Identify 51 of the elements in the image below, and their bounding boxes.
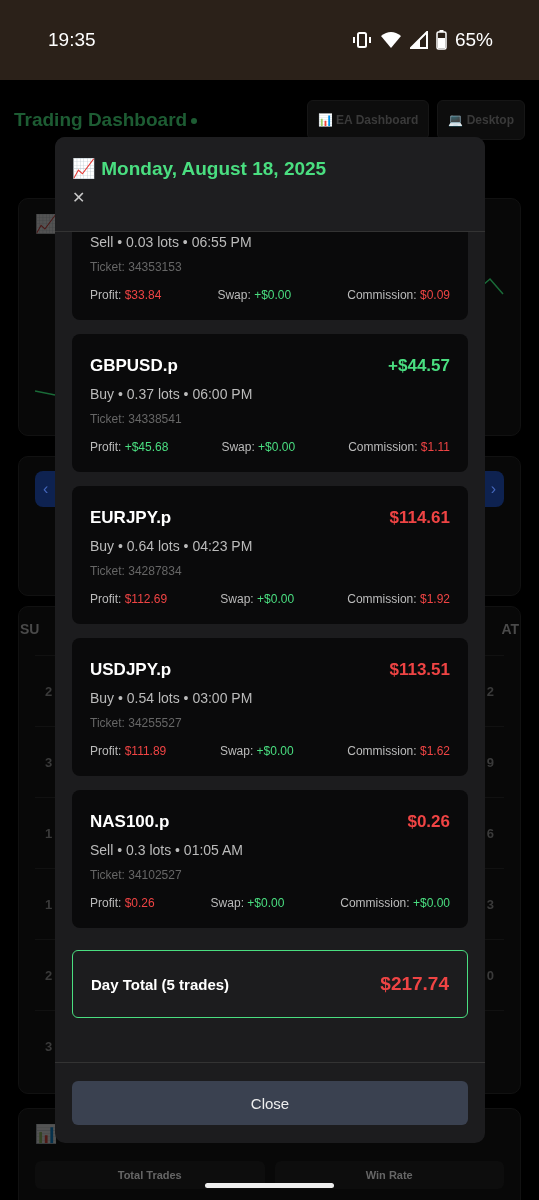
trade-detail: Commission: $1.62: [347, 744, 450, 758]
clock-time: 19:35: [48, 29, 96, 51]
trade-amount: +$44.57: [388, 356, 450, 376]
trade-detail: Swap: +$0.00: [210, 896, 285, 910]
trade-detail: Commission: +$0.00: [340, 896, 450, 910]
trade-detail: Swap: +$0.00: [217, 288, 292, 302]
trade-detail: Commission: $0.09: [347, 288, 450, 302]
close-button[interactable]: Close: [72, 1081, 468, 1125]
trade-detail: Profit: $33.84: [90, 288, 162, 302]
dashboard-title: Trading Dashboard: [14, 109, 198, 131]
trade-summary: Sell • 0.03 lots • 06:55 PM: [90, 234, 253, 250]
day-total-value: $217.74: [380, 973, 449, 995]
trade-detail: Commission: $1.92: [347, 592, 450, 606]
ticket-number: Ticket: 34287834: [90, 564, 183, 578]
vibrate-icon: [351, 30, 372, 50]
battery-percent: 65%: [454, 29, 493, 51]
trade-detail: Profit: +$45.68: [90, 440, 169, 454]
trade-symbol: USDJPY.p: [90, 660, 172, 680]
ticket-number: Ticket: 34338541: [90, 412, 183, 426]
trade-summary: Buy • 0.37 lots • 06:00 PM: [90, 386, 254, 402]
trade-detail: Profit: $0.26: [90, 896, 155, 910]
weekday-label: SU: [20, 621, 40, 637]
trade-detail: Swap: +$0.00: [221, 440, 296, 454]
ticket-number: Ticket: 34102527: [90, 868, 183, 882]
trade-summary: Sell • 0.3 lots • 01:05 AM: [90, 842, 244, 858]
battery-icon: [435, 30, 447, 50]
stats-icon: 📊: [35, 1124, 57, 1144]
trade-detail: Profit: $111.89: [90, 744, 167, 758]
stat-label: Total Trades: [35, 1161, 265, 1189]
ticket-number: Ticket: 34255527: [90, 716, 183, 730]
trade-detail: Profit: $112.69: [90, 592, 168, 606]
stat-label: Win Rate: [274, 1161, 504, 1189]
trade-symbol: EURJPY.p: [90, 508, 172, 528]
chart-icon: 📈: [35, 214, 57, 234]
trade-symbol: GBPUSD.p: [90, 356, 178, 376]
trade-amount: $113.51: [389, 660, 450, 680]
trade-detail: Swap: +$0.00: [219, 744, 294, 758]
dialog-title: 📈 Monday, August 18, 2025: [72, 157, 328, 180]
ticket-number: Ticket: 34353153: [90, 260, 183, 274]
trade-detail: Swap: +$0.00: [220, 592, 295, 606]
home-indicator[interactable]: [205, 1183, 334, 1188]
signal-icon: [409, 31, 428, 49]
trade-summary: Buy • 0.64 lots • 04:23 PM: [90, 538, 254, 554]
wifi-icon: [379, 31, 402, 49]
trade-summary: Buy • 0.54 lots • 03:00 PM: [90, 690, 254, 706]
trade-amount: $114.61: [389, 508, 450, 528]
weekday-label: AT: [501, 621, 519, 637]
trade-amount: $0.26: [407, 812, 450, 832]
trade-symbol: NAS100.p: [90, 812, 170, 832]
trade-detail: Commission: $1.11: [348, 440, 450, 454]
day-total-label: Day Total (5 trades): [91, 975, 230, 993]
